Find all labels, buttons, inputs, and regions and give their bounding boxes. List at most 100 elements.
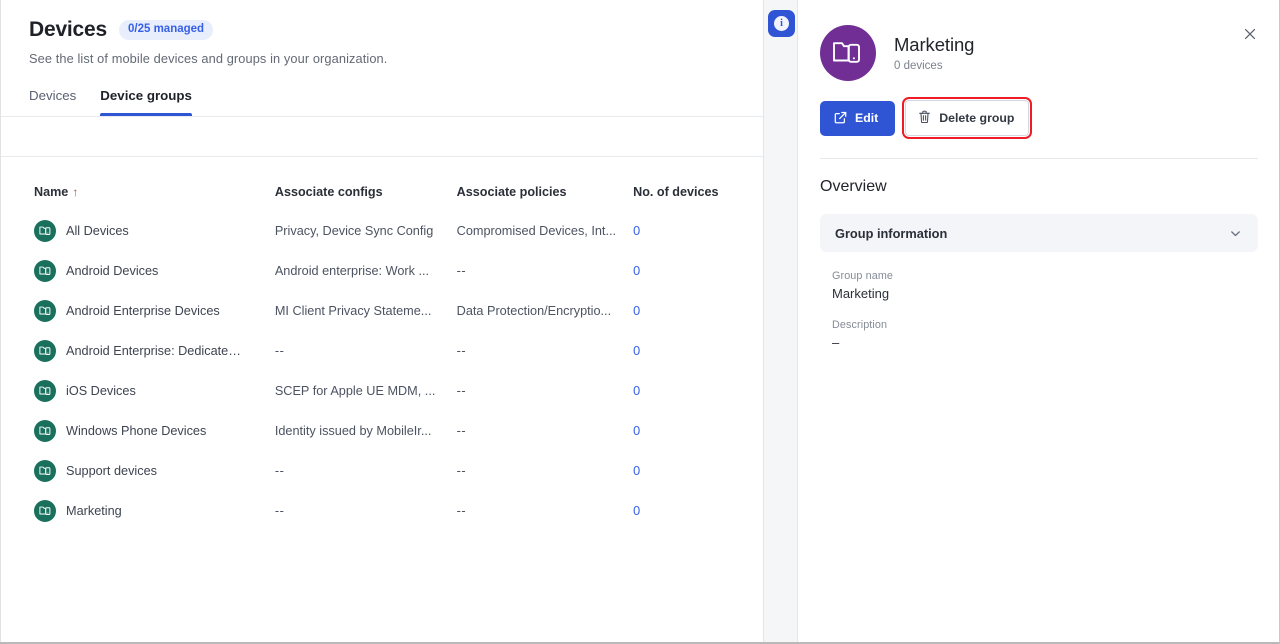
field-group-name-label: Group name — [832, 270, 1280, 282]
cell-no-of-devices: 0 — [633, 211, 763, 251]
cell-associate-policies: -- — [457, 451, 633, 491]
cell-associate-configs: MI Client Privacy Stateme... — [275, 291, 457, 331]
device-group-icon — [34, 380, 56, 402]
group-name-label: iOS Devices — [66, 384, 136, 398]
column-header-associate-policies[interactable]: Associate policies — [457, 157, 633, 211]
table-row[interactable]: iOS DevicesSCEP for Apple UE MDM, ...--0 — [1, 371, 763, 411]
group-name-label: Marketing — [66, 504, 122, 518]
device-group-icon — [34, 500, 56, 522]
edit-button-label: Edit — [855, 112, 878, 124]
cell-no-of-devices: 0 — [633, 331, 763, 371]
field-description-label: Description — [832, 319, 1280, 331]
device-count-link[interactable]: 0 — [633, 344, 640, 358]
table-row[interactable]: Windows Phone Devices Identity issued by … — [1, 411, 763, 451]
tab-devices[interactable]: Devices — [29, 88, 76, 116]
cell-name[interactable]: All Devices — [1, 211, 275, 251]
cell-associate-policies: Compromised Devices, Int... — [457, 211, 633, 251]
main-content: Devices 0/25 managed See the list of mob… — [0, 0, 763, 644]
device-group-icon — [34, 460, 56, 482]
device-groups-table: Name ↑ Associate configs Associate polici… — [1, 157, 763, 531]
table-row[interactable]: Android Enterprise: Dedicated ...----0 — [1, 331, 763, 371]
cell-no-of-devices: 0 — [633, 411, 763, 451]
table-row[interactable]: Android Devices Android enterprise: Work … — [1, 251, 763, 291]
page-subtitle: See the list of mobile devices and group… — [29, 51, 763, 66]
external-link-icon — [834, 111, 847, 126]
cell-associate-configs: SCEP for Apple UE MDM, ... — [275, 371, 457, 411]
group-name-label: Windows Phone Devices — [66, 424, 206, 438]
device-count-link[interactable]: 0 — [633, 224, 640, 238]
device-groups-table-wrap: Name ↑ Associate configs Associate polici… — [1, 157, 763, 531]
cell-associate-configs: -- — [275, 331, 457, 371]
cell-associate-configs: Identity issued by MobileIr... — [275, 411, 457, 451]
delete-group-button-label: Delete group — [939, 112, 1014, 124]
app-window: Devices 0/25 managed See the list of mob… — [0, 0, 1280, 644]
panel-actions: Edit Delete group — [798, 81, 1280, 136]
table-body: All Devices Privacy, Device Sync ConfigCo… — [1, 211, 763, 531]
table-toolbar — [1, 117, 763, 157]
column-header-no-of-devices[interactable]: No. of devices — [633, 157, 763, 211]
table-row[interactable]: Marketing----0 — [1, 491, 763, 531]
tab-bar: Devices Device groups — [1, 88, 763, 116]
table-row[interactable]: All Devices Privacy, Device Sync ConfigCo… — [1, 211, 763, 251]
table-row[interactable]: Support devices----0 — [1, 451, 763, 491]
group-name-label: Android Enterprise: Dedicated ... — [66, 344, 246, 358]
cell-associate-configs: -- — [275, 491, 457, 531]
cell-associate-configs: Privacy, Device Sync Config — [275, 211, 457, 251]
cell-name[interactable]: Android Devices — [1, 251, 275, 291]
column-header-name[interactable]: Name ↑ — [1, 157, 275, 211]
group-detail-panel: Marketing 0 devices Edit — [798, 0, 1280, 644]
cell-name[interactable]: Support devices — [1, 451, 275, 491]
overview-heading: Overview — [798, 159, 1280, 196]
chevron-down-icon[interactable] — [1228, 226, 1243, 241]
group-name-label: Support devices — [66, 464, 157, 478]
device-count-link[interactable]: 0 — [633, 504, 640, 518]
device-group-icon — [34, 420, 56, 442]
device-count-link[interactable]: 0 — [633, 384, 640, 398]
cell-no-of-devices: 0 — [633, 451, 763, 491]
cell-associate-policies: -- — [457, 491, 633, 531]
cell-associate-policies: -- — [457, 331, 633, 371]
device-count-link[interactable]: 0 — [633, 424, 640, 438]
group-name-label: Android Devices — [66, 264, 158, 278]
cell-name[interactable]: Android Enterprise: Dedicated ... — [1, 331, 275, 371]
device-count-link[interactable]: 0 — [633, 304, 640, 318]
cell-associate-configs: Android enterprise: Work ... — [275, 251, 457, 291]
table-head: Name ↑ Associate configs Associate polici… — [1, 157, 763, 211]
panel-header: Marketing 0 devices — [798, 0, 1280, 81]
close-icon[interactable] — [1240, 24, 1260, 44]
device-group-icon — [34, 340, 56, 362]
field-description-value: – — [832, 335, 1280, 350]
cell-associate-policies: Data Protection/Encryptio... — [457, 291, 633, 331]
delete-group-button[interactable]: Delete group — [905, 100, 1029, 136]
group-information-accordion[interactable]: Group information — [820, 214, 1258, 252]
title-row: Devices 0/25 managed — [29, 18, 763, 42]
sort-ascending-icon: ↑ — [72, 185, 78, 199]
group-name-label: Android Enterprise Devices — [66, 304, 220, 318]
group-information-fields: Group name Marketing Description – — [798, 270, 1280, 350]
device-group-icon — [820, 25, 876, 81]
cell-name[interactable]: Android Enterprise Devices — [1, 291, 275, 331]
field-group-name-value: Marketing — [832, 286, 1280, 301]
device-count-link[interactable]: 0 — [633, 464, 640, 478]
panel-title: Marketing — [894, 34, 974, 56]
device-group-icon — [34, 220, 56, 242]
managed-count-badge: 0/25 managed — [119, 20, 213, 41]
edit-button[interactable]: Edit — [820, 101, 895, 136]
cell-associate-policies: -- — [457, 411, 633, 451]
cell-name[interactable]: Windows Phone Devices — [1, 411, 275, 451]
group-name-label: All Devices — [66, 224, 129, 238]
device-count-link[interactable]: 0 — [633, 264, 640, 278]
field-description: Description – — [832, 319, 1280, 350]
cell-name[interactable]: Marketing — [1, 491, 275, 531]
column-header-name-label: Name — [34, 185, 68, 199]
device-group-icon — [34, 300, 56, 322]
info-tab-button[interactable]: i — [768, 10, 795, 37]
table-row[interactable]: Android Enterprise Devices MI Client Priv… — [1, 291, 763, 331]
cell-no-of-devices: 0 — [633, 251, 763, 291]
tab-device-groups[interactable]: Device groups — [100, 88, 192, 116]
info-icon: i — [774, 16, 789, 31]
column-header-associate-configs[interactable]: Associate configs — [275, 157, 457, 211]
page-title: Devices — [29, 18, 107, 42]
cell-associate-policies: -- — [457, 251, 633, 291]
cell-name[interactable]: iOS Devices — [1, 371, 275, 411]
